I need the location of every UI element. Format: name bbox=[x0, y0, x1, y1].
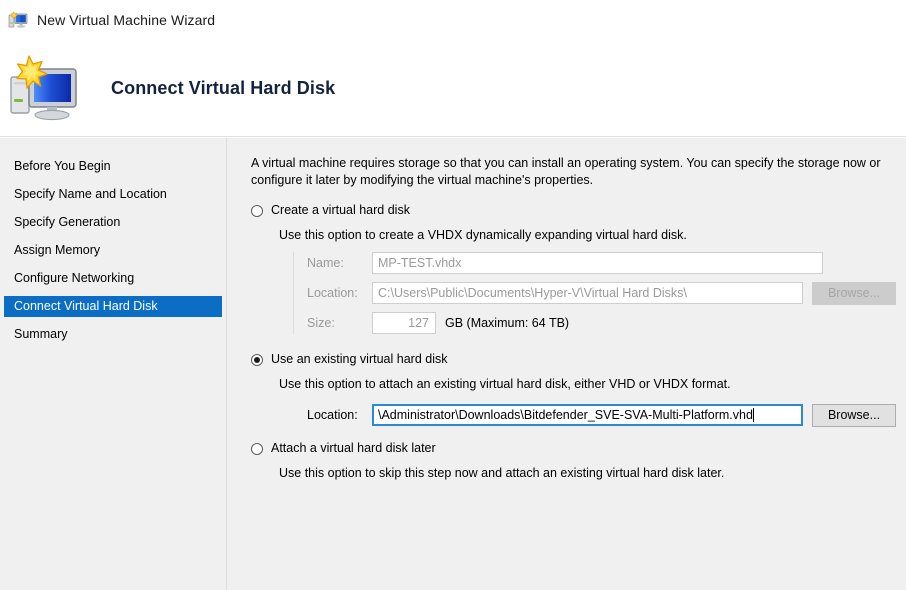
field-row-location-existing: Location: \Administrator\Downloads\Bitde… bbox=[307, 403, 896, 427]
virtual-machine-icon bbox=[8, 11, 28, 29]
sidebar-item-connect-virtual-hard-disk[interactable]: Connect Virtual Hard Disk bbox=[4, 296, 222, 317]
label-name: Name: bbox=[307, 256, 344, 270]
sidebar-item-assign-memory[interactable]: Assign Memory bbox=[4, 240, 222, 261]
radio-label-use-existing-virtual-hard-disk: Use an existing virtual hard disk bbox=[271, 352, 448, 366]
sidebar-item-before-you-begin[interactable]: Before You Begin bbox=[4, 156, 222, 177]
radio-attach-virtual-hard-disk-later[interactable] bbox=[251, 443, 263, 455]
label-location-create: Location: bbox=[307, 286, 358, 300]
field-row-name: Name: MP-TEST.vhdx bbox=[307, 252, 896, 274]
wizard-steps-sidebar: Before You Begin Specify Name and Locati… bbox=[0, 138, 227, 590]
field-row-size: Size: 127 GB (Maximum: 64 TB) bbox=[307, 312, 896, 334]
option-attach-virtual-hard-disk-later: Attach a virtual hard disk later Use thi… bbox=[251, 441, 896, 481]
radio-row-create-virtual-hard-disk[interactable]: Create a virtual hard disk bbox=[251, 203, 896, 221]
option-use-existing-virtual-hard-disk: Use an existing virtual hard disk Use th… bbox=[251, 352, 896, 392]
option-description-attach-virtual-hard-disk-later: Use this option to skip this step now an… bbox=[279, 466, 725, 480]
radio-use-existing-virtual-hard-disk[interactable] bbox=[251, 354, 263, 366]
radio-create-virtual-hard-disk[interactable] bbox=[251, 205, 263, 217]
radio-row-use-existing-virtual-hard-disk[interactable]: Use an existing virtual hard disk bbox=[251, 352, 896, 370]
radio-row-attach-virtual-hard-disk-later[interactable]: Attach a virtual hard disk later bbox=[251, 441, 896, 459]
input-location-existing[interactable]: \Administrator\Downloads\Bitdefender_SVE… bbox=[372, 404, 803, 426]
label-size: Size: bbox=[307, 316, 335, 330]
page-header: Connect Virtual Hard Disk bbox=[0, 40, 906, 137]
input-location-create: C:\Users\Public\Documents\Hyper-V\Virtua… bbox=[372, 282, 803, 304]
new-virtual-machine-wizard-window: New Virtual Machine Wizard Connect Virtu… bbox=[0, 0, 906, 590]
option-create-virtual-hard-disk: Create a virtual hard disk Use this opti… bbox=[251, 203, 896, 243]
radio-label-create-virtual-hard-disk: Create a virtual hard disk bbox=[271, 203, 410, 217]
sidebar-item-specify-generation[interactable]: Specify Generation bbox=[4, 212, 222, 233]
text-caret bbox=[752, 408, 754, 422]
existing-disk-fields: Location: \Administrator\Downloads\Bitde… bbox=[293, 403, 896, 427]
option-description-use-existing-virtual-hard-disk: Use this option to attach an existing vi… bbox=[279, 377, 731, 391]
radio-label-attach-virtual-hard-disk-later: Attach a virtual hard disk later bbox=[271, 441, 436, 455]
window-title: New Virtual Machine Wizard bbox=[37, 12, 216, 28]
page-title: Connect Virtual Hard Disk bbox=[111, 77, 336, 98]
window-titlebar: New Virtual Machine Wizard bbox=[0, 0, 906, 40]
wizard-content-pane: A virtual machine requires storage so th… bbox=[228, 138, 906, 590]
virtual-machine-icon-large bbox=[8, 55, 82, 121]
input-location-existing-value: \Administrator\Downloads\Bitdefender_SVE… bbox=[378, 408, 753, 422]
option-description-create-virtual-hard-disk: Use this option to create a VHDX dynamic… bbox=[279, 228, 687, 242]
browse-button-create: Browse... bbox=[812, 281, 896, 305]
label-location-existing: Location: bbox=[307, 408, 358, 422]
sidebar-item-configure-networking[interactable]: Configure Networking bbox=[4, 268, 222, 289]
create-disk-fields: Name: MP-TEST.vhdx Location: C:\Users\Pu… bbox=[293, 252, 896, 334]
size-maximum-text: GB (Maximum: 64 TB) bbox=[445, 316, 570, 330]
sidebar-item-specify-name-and-location[interactable]: Specify Name and Location bbox=[4, 184, 222, 205]
input-name: MP-TEST.vhdx bbox=[372, 252, 823, 274]
wizard-body: Before You Begin Specify Name and Locati… bbox=[0, 138, 906, 590]
field-row-location-create: Location: C:\Users\Public\Documents\Hype… bbox=[307, 281, 896, 305]
input-size: 127 bbox=[372, 312, 436, 334]
sidebar-item-summary[interactable]: Summary bbox=[4, 324, 222, 345]
browse-button-existing[interactable]: Browse... bbox=[812, 403, 896, 427]
intro-text: A virtual machine requires storage so th… bbox=[251, 156, 881, 187]
